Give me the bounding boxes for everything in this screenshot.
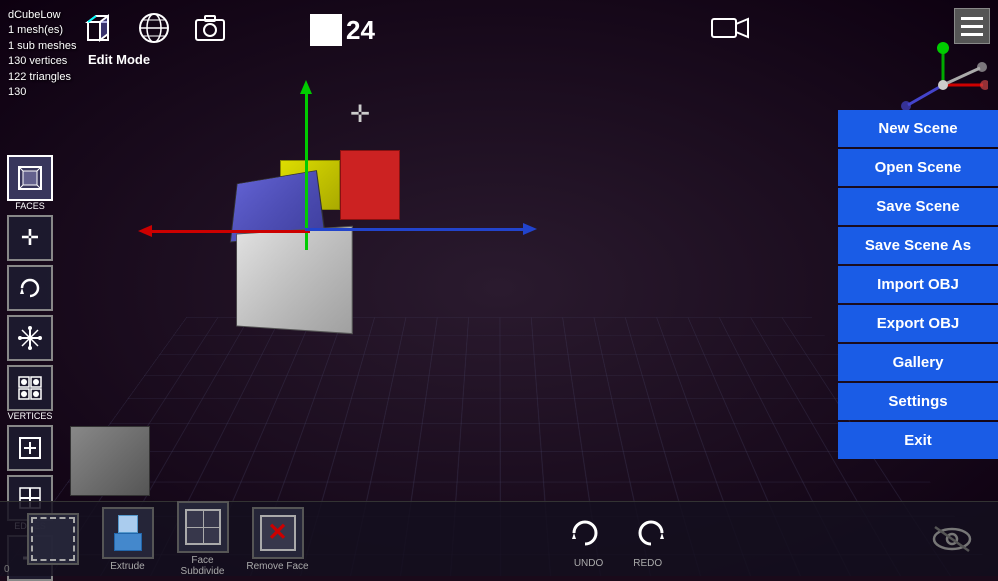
removeface-shape: ✕: [260, 515, 296, 551]
face-subdivide-tool[interactable]: FaceSubdivide: [170, 501, 235, 577]
select-icon: [27, 513, 79, 565]
sub-mesh: 1 sub meshes: [8, 39, 76, 54]
undo-redo-icons: [562, 510, 674, 556]
cube-icon-button[interactable]: [80, 10, 116, 46]
faces-label: FACES: [15, 201, 45, 211]
scale-tool[interactable]: [4, 315, 56, 361]
vertices-label: VERTICES: [8, 411, 53, 421]
redo-label: REDO: [633, 558, 662, 569]
bottom-left-tools: Extrude FaceSubdivide ✕ Remove Face: [20, 501, 310, 577]
save-scene-button[interactable]: Save Scene: [838, 188, 998, 225]
select-tool[interactable]: [20, 513, 85, 565]
screenshot-icon-button[interactable]: [192, 10, 228, 46]
import-obj-button[interactable]: Import OBJ: [838, 266, 998, 303]
ham-line-3: [961, 33, 983, 36]
rotate-tool[interactable]: [4, 265, 56, 311]
top-toolbar: [80, 10, 228, 46]
export-obj-button[interactable]: Export OBJ: [838, 305, 998, 342]
vertices-tool[interactable]: VERTICES: [4, 365, 56, 421]
extra-number: 130: [8, 85, 76, 100]
status-bar: 0: [0, 563, 14, 576]
open-scene-button[interactable]: Open Scene: [838, 149, 998, 186]
triangles-count: 122 triangles: [8, 70, 76, 85]
extrude-icon: [102, 507, 154, 559]
undo-button[interactable]: [562, 510, 608, 556]
settings-button[interactable]: Settings: [838, 383, 998, 420]
object-name: dCubeLow: [8, 8, 76, 23]
gallery-button[interactable]: Gallery: [838, 344, 998, 381]
undo-redo-group: UNDO REDO: [562, 510, 674, 569]
frame-box: [310, 14, 342, 46]
scale-icon: [7, 315, 53, 361]
bottom-toolbar: Extrude FaceSubdivide ✕ Remove Face: [0, 501, 998, 576]
redo-button[interactable]: [628, 510, 674, 556]
cube-accent: [340, 150, 400, 220]
axis-red: [150, 230, 310, 233]
axis-blue: [305, 228, 525, 231]
extrude-top: [118, 515, 138, 533]
ham-line-1: [961, 17, 983, 20]
frame-counter: 24: [310, 14, 375, 46]
frame-number: 24: [346, 15, 375, 46]
add-object-icon: [7, 425, 53, 471]
cube-main: [236, 226, 353, 334]
remove-face-icon: ✕: [252, 507, 304, 559]
new-scene-button[interactable]: New Scene: [838, 110, 998, 147]
extrude-base: [114, 533, 142, 551]
face-subdivide-icon: [177, 501, 229, 553]
facesubdiv-shape: [185, 509, 221, 545]
extrude-label: Extrude: [110, 561, 144, 572]
axis-green: [305, 90, 308, 250]
faces-tool[interactable]: FACES: [4, 155, 56, 211]
ham-line-2: [961, 25, 983, 28]
remove-face-tool[interactable]: ✕ Remove Face: [245, 507, 310, 572]
extrude-shape: [114, 515, 142, 551]
undo-label: UNDO: [574, 558, 603, 569]
small-cube: [70, 426, 150, 496]
face-subdivide-label: FaceSubdivide: [181, 555, 225, 577]
mesh-count: 1 mesh(es): [8, 23, 76, 38]
move-cross-icon: ✛: [350, 101, 370, 128]
status-text: 0: [4, 564, 10, 575]
remove-face-label: Remove Face: [246, 561, 308, 572]
video-camera-icon[interactable]: [710, 14, 750, 49]
vertices-count: 130 vertices: [8, 54, 76, 69]
edit-mode-label: Edit Mode: [88, 52, 150, 67]
right-menu-panel: New Scene Open Scene Save Scene Save Sce…: [838, 110, 998, 459]
move-arrows: ✛: [350, 100, 390, 140]
object-area: [150, 150, 450, 430]
x-mark-icon: ✕: [267, 521, 287, 545]
vertices-icon: [7, 365, 53, 411]
info-panel: dCubeLow 1 mesh(es) 1 sub meshes 130 ver…: [8, 8, 76, 100]
hamburger-menu-button[interactable]: [954, 8, 990, 44]
globe-icon-button[interactable]: [136, 10, 172, 46]
move-tool[interactable]: ✛: [4, 215, 56, 261]
add-object-tool[interactable]: [4, 425, 56, 471]
rotate-icon: [7, 265, 53, 311]
faces-icon: [7, 155, 53, 201]
eye-toggle-button[interactable]: [926, 513, 978, 565]
move-icon: ✛: [7, 215, 53, 261]
exit-button[interactable]: Exit: [838, 422, 998, 459]
dashed-select-box: [31, 517, 75, 561]
save-scene-as-button[interactable]: Save Scene As: [838, 227, 998, 264]
extrude-tool[interactable]: Extrude: [95, 507, 160, 572]
